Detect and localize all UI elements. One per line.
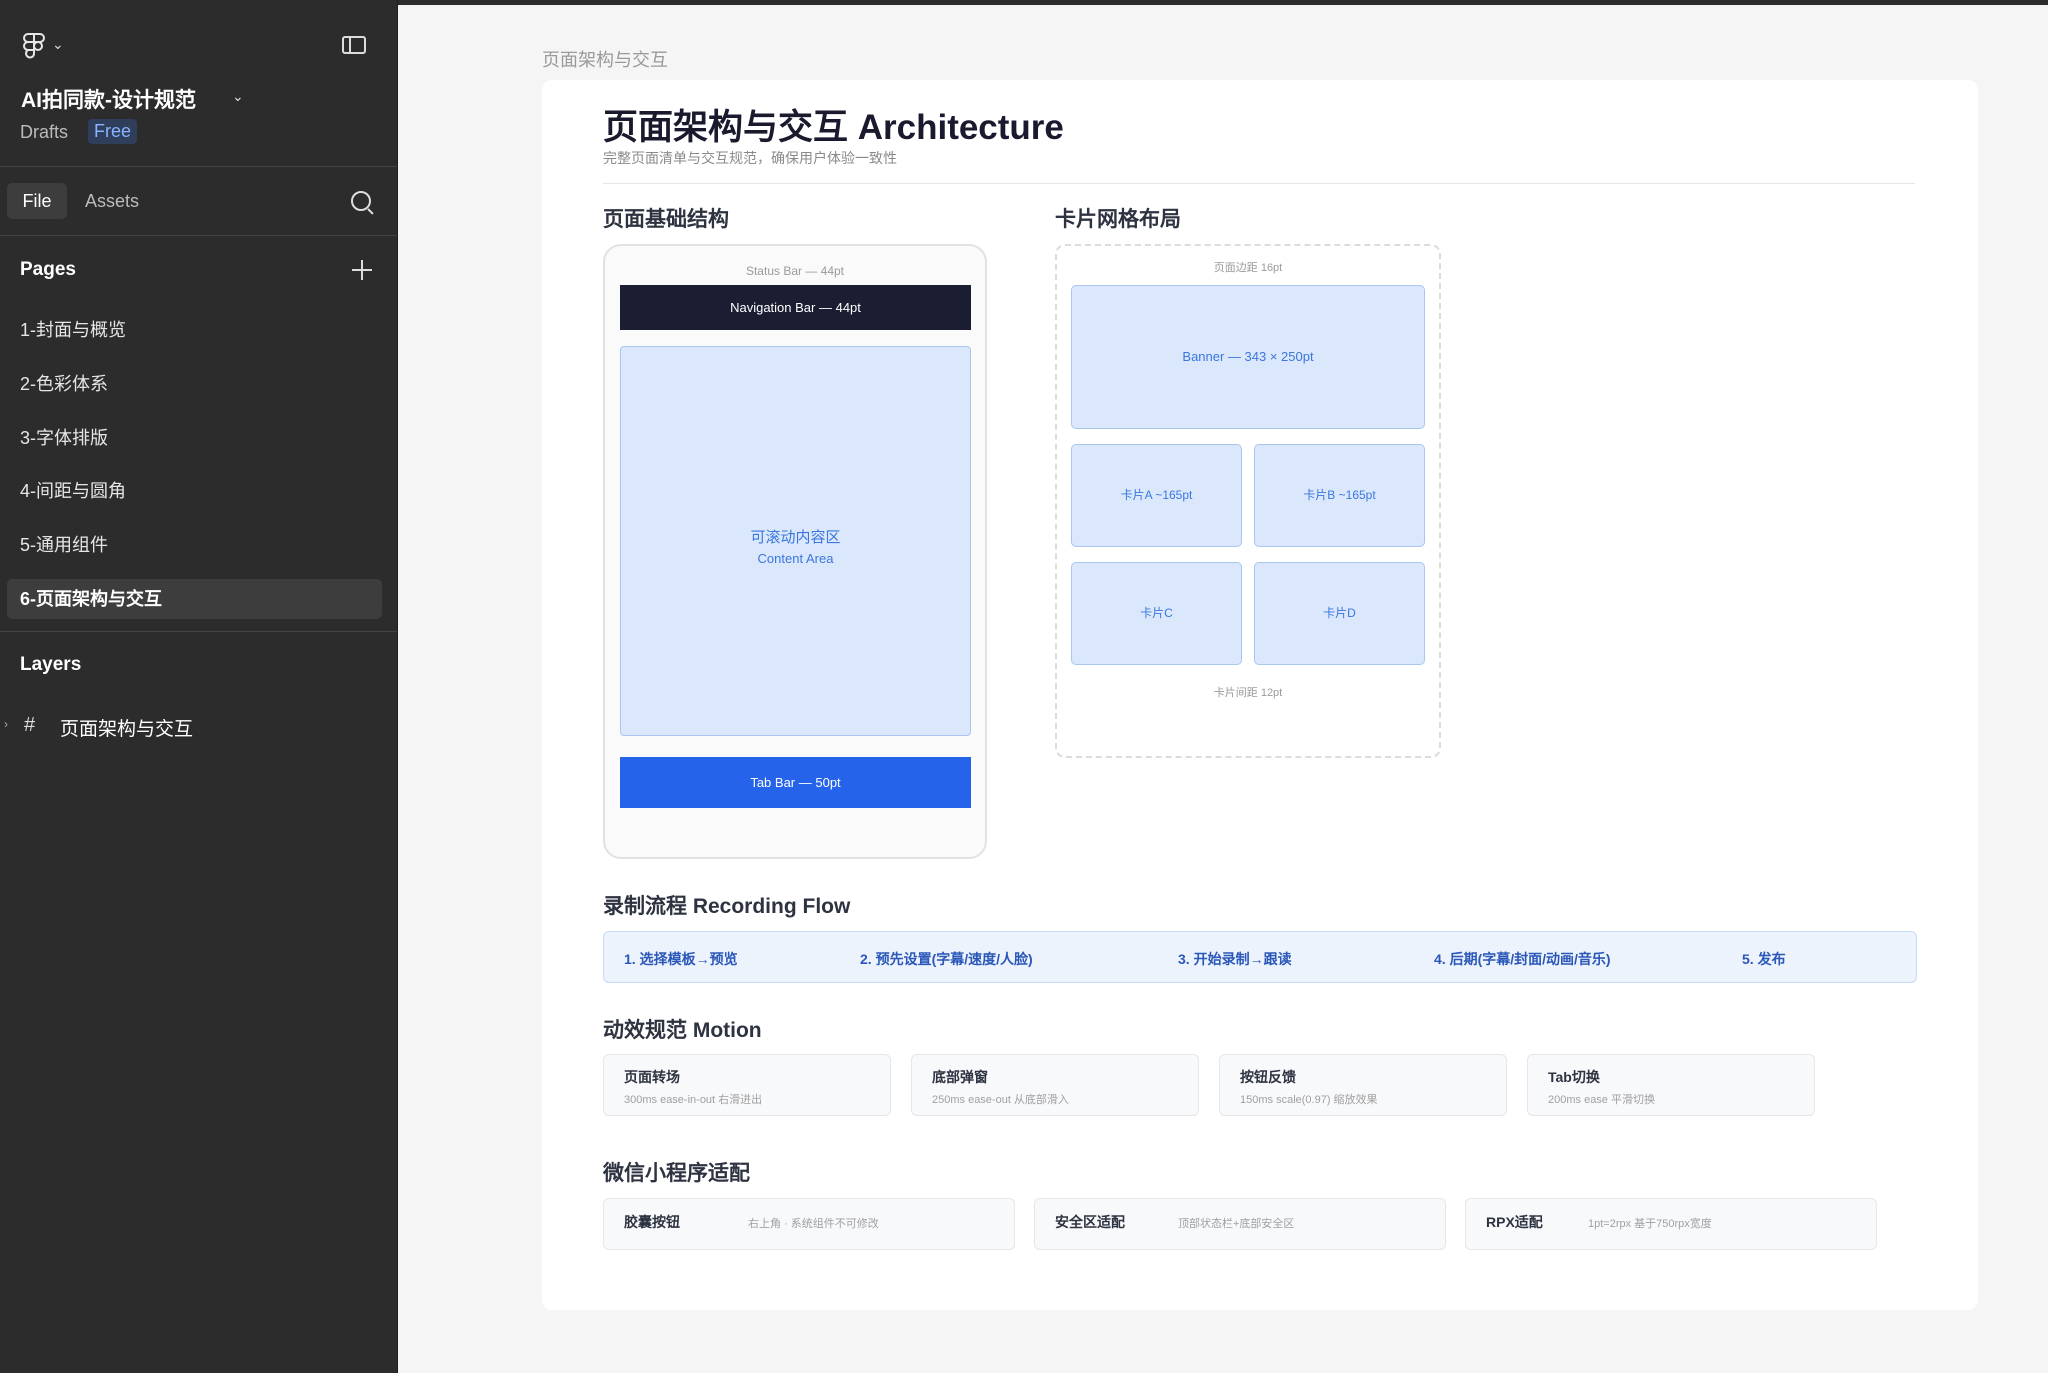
wechat-desc: 顶部状态栏+底部安全区 bbox=[1178, 1218, 1295, 1230]
divider bbox=[0, 235, 397, 236]
flow-step: 1. 选择模板→预览 bbox=[624, 951, 738, 967]
file-title[interactable]: AI拍同款-设计规范 bbox=[21, 84, 196, 114]
grid-card-c: 卡片C bbox=[1071, 562, 1242, 665]
divider bbox=[603, 183, 1915, 184]
motion-desc: 150ms scale(0.97) 缩放效果 bbox=[1240, 1094, 1378, 1106]
tab-assets[interactable]: Assets bbox=[85, 183, 139, 219]
banner-card: Banner — 343 × 250pt bbox=[1071, 285, 1425, 429]
content-area-label: 可滚动内容区 bbox=[750, 529, 841, 546]
section-title-wechat: 微信小程序适配 bbox=[603, 1162, 750, 1185]
grid-card-d: 卡片D bbox=[1254, 562, 1425, 665]
status-bar-label: Status Bar — 44pt bbox=[745, 264, 845, 278]
motion-desc: 300ms ease-in-out 右滑进出 bbox=[624, 1094, 763, 1106]
section-title-flow: 录制流程 Recording Flow bbox=[603, 895, 851, 918]
motion-title: 按钮反馈 bbox=[1240, 1069, 1296, 1085]
navigation-bar: Navigation Bar — 44pt bbox=[620, 285, 971, 330]
wechat-desc: 右上角 · 系统组件不可修改 bbox=[748, 1218, 879, 1230]
motion-desc: 250ms ease-out 从底部滑入 bbox=[932, 1094, 1069, 1106]
layer-item-architecture[interactable]: 页面架构与交互 bbox=[60, 714, 193, 741]
page-item-spacing[interactable]: 4-间距与圆角 bbox=[7, 471, 382, 511]
drafts-label[interactable]: Drafts bbox=[20, 122, 68, 143]
flow-step: 2. 预先设置(字幕/速度/人脸) bbox=[860, 951, 1033, 967]
motion-title: Tab切换 bbox=[1548, 1069, 1600, 1085]
grid-gap-note: 卡片间距 12pt bbox=[1213, 687, 1283, 699]
section-title-grid: 卡片网格布局 bbox=[1055, 208, 1181, 231]
chevron-down-icon[interactable]: ⌄ bbox=[232, 88, 244, 105]
page-subtitle: 完整页面清单与交互规范，确保用户体验一致性 bbox=[603, 150, 897, 166]
flow-step: 5. 发布 bbox=[1742, 951, 1786, 967]
section-title-structure: 页面基础结构 bbox=[603, 208, 729, 231]
motion-title: 底部弹窗 bbox=[932, 1069, 988, 1085]
divider bbox=[0, 166, 397, 167]
pages-label: Pages bbox=[20, 259, 76, 280]
page-item-cover[interactable]: 1-封面与概览 bbox=[7, 310, 382, 350]
wechat-title: RPX适配 bbox=[1486, 1214, 1543, 1230]
page-item-typography[interactable]: 3-字体排版 bbox=[7, 418, 382, 458]
page-item-architecture[interactable]: 6-页面架构与交互 bbox=[7, 579, 382, 619]
plan-badge: Free bbox=[88, 119, 138, 144]
page-item-colors[interactable]: 2-色彩体系 bbox=[7, 364, 382, 404]
chevron-down-icon[interactable]: ⌄ bbox=[52, 36, 64, 53]
tab-file[interactable]: File bbox=[7, 183, 67, 219]
wechat-title: 胶囊按钮 bbox=[624, 1214, 680, 1230]
left-sidebar: ⌄ AI拍同款-设计规范 ⌄ Drafts Free File Assets P… bbox=[0, 0, 398, 1373]
divider bbox=[0, 631, 397, 632]
wechat-title: 安全区适配 bbox=[1055, 1214, 1125, 1230]
motion-desc: 200ms ease 平滑切换 bbox=[1548, 1094, 1655, 1106]
grid-card-a: 卡片A ~165pt bbox=[1071, 444, 1242, 547]
flow-step: 4. 后期(字幕/封面/动画/音乐) bbox=[1434, 951, 1611, 967]
add-page-icon[interactable] bbox=[352, 260, 372, 280]
layers-label: Layers bbox=[20, 654, 82, 675]
grid-margin-note: 页面边距 16pt bbox=[1213, 262, 1283, 274]
search-icon[interactable] bbox=[351, 191, 371, 211]
frame-content: 页面架构与交互 Architecture 完整页面清单与交互规范，确保用户体验一… bbox=[603, 0, 1919, 1373]
tab-bar: Tab Bar — 50pt bbox=[620, 757, 971, 808]
flow-step: 3. 开始录制→跟读 bbox=[1178, 951, 1292, 967]
content-area-sublabel: Content Area bbox=[757, 551, 834, 566]
figma-logo-icon[interactable] bbox=[22, 32, 46, 62]
wechat-desc: 1pt=2rpx 基于750rpx宽度 bbox=[1588, 1218, 1712, 1230]
sidebar-toggle-icon[interactable] bbox=[342, 36, 366, 54]
page-title: 页面架构与交互 Architecture bbox=[603, 108, 1064, 147]
section-title-motion: 动效规范 Motion bbox=[603, 1019, 762, 1042]
grid-card-b: 卡片B ~165pt bbox=[1254, 444, 1425, 547]
page-item-components[interactable]: 5-通用组件 bbox=[7, 525, 382, 565]
chevron-right-icon[interactable]: › bbox=[4, 717, 8, 731]
frame-icon: # bbox=[24, 714, 36, 736]
motion-title: 页面转场 bbox=[624, 1069, 680, 1085]
